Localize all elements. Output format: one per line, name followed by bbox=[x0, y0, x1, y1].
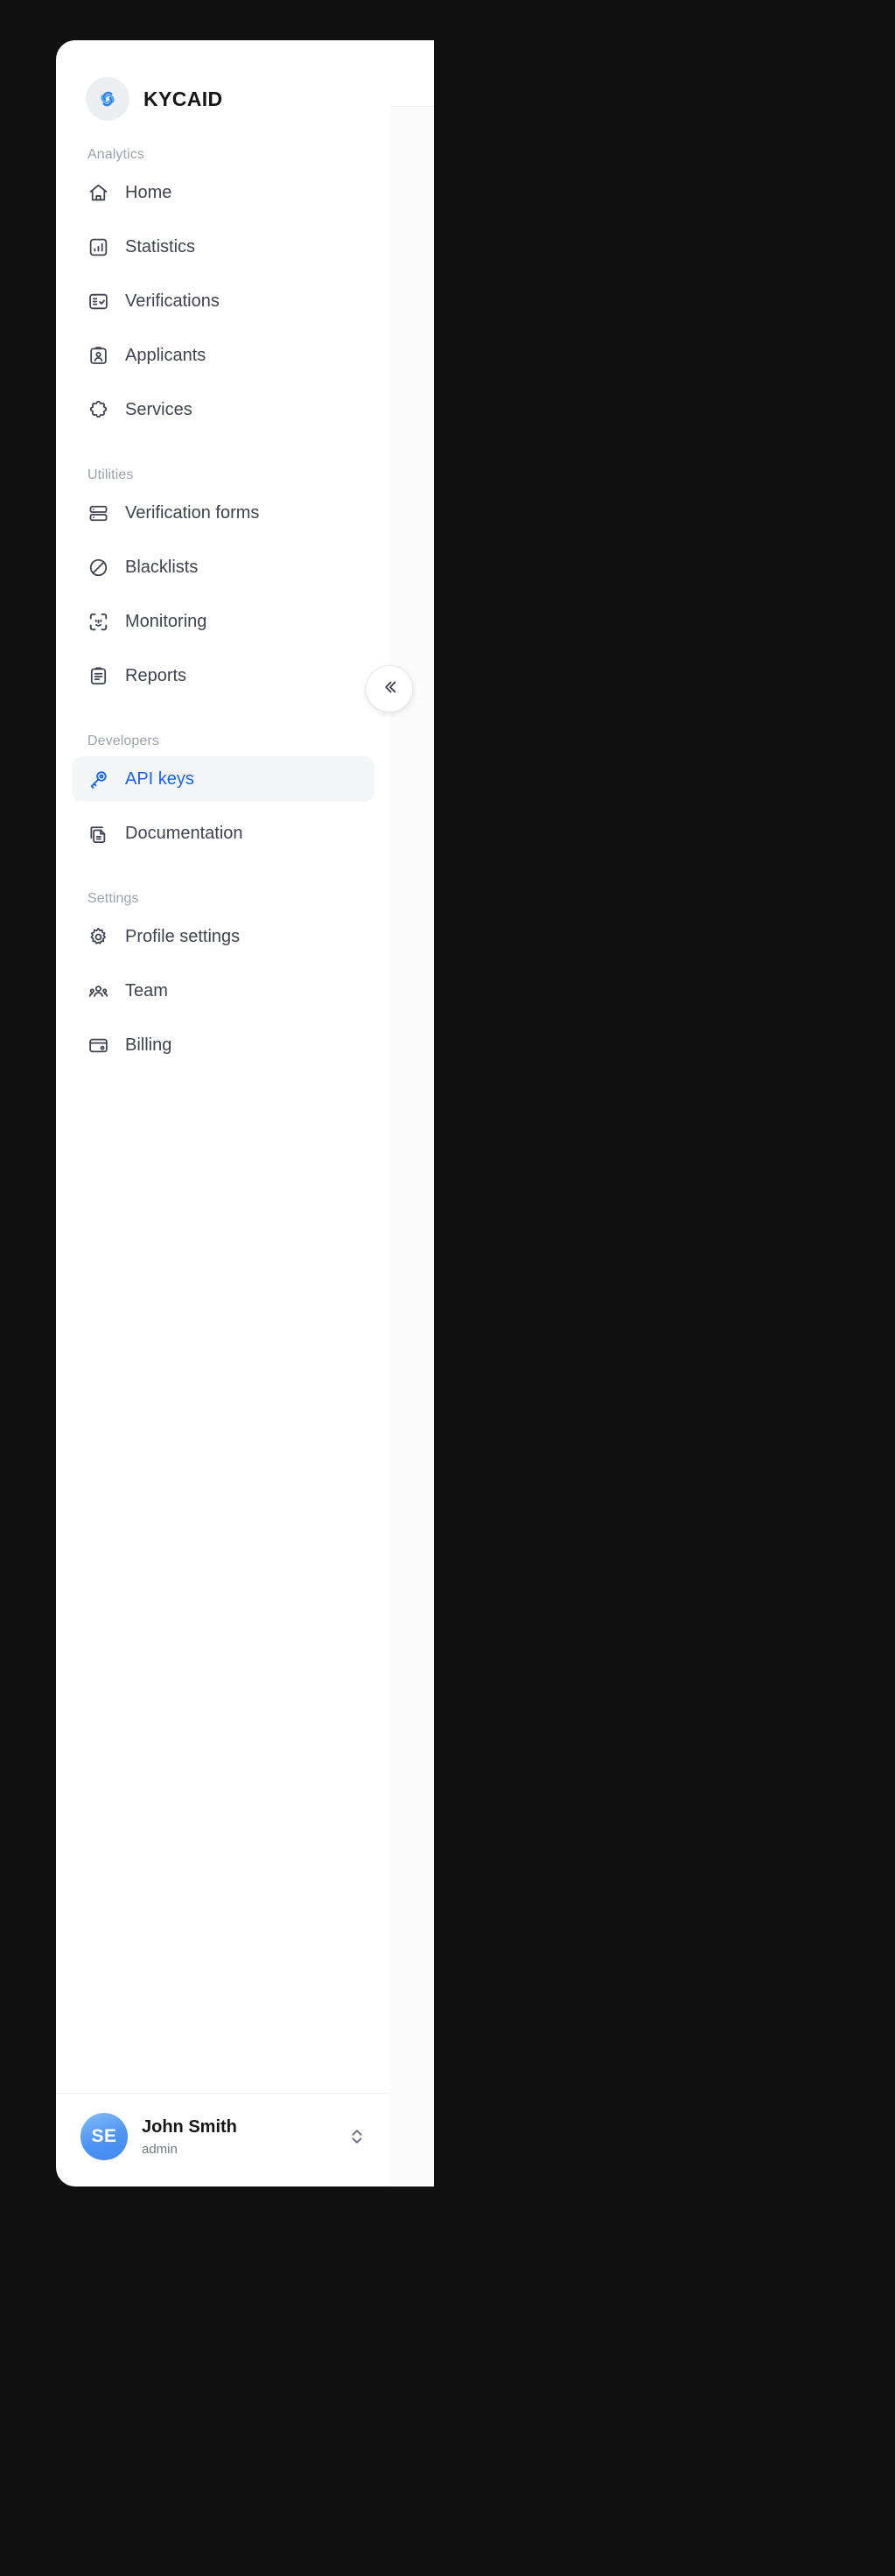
sidebar-item-label: Statistics bbox=[125, 237, 195, 257]
sidebar-item-label: Profile settings bbox=[125, 927, 240, 947]
id-badge-icon bbox=[87, 345, 109, 367]
nav-section-analytics: Analytics Home bbox=[72, 131, 374, 432]
sidebar-nav: Analytics Home bbox=[56, 131, 390, 2093]
sidebar-item-applicants[interactable]: Applicants bbox=[72, 333, 374, 378]
sidebar-item-reports[interactable]: Reports bbox=[72, 653, 374, 698]
sidebar: KYCAID Analytics Home bbox=[56, 40, 390, 2186]
people-group-icon bbox=[87, 980, 109, 1002]
collapse-sidebar-button[interactable] bbox=[366, 665, 413, 712]
sidebar-item-label: Monitoring bbox=[125, 612, 206, 632]
user-name: John Smith bbox=[142, 2116, 334, 2138]
ban-circle-icon bbox=[87, 557, 109, 579]
nav-section-settings: Settings Profile settings bbox=[72, 865, 374, 1068]
user-account-switcher[interactable]: SE John Smith admin bbox=[56, 2093, 390, 2186]
sidebar-item-label: Billing bbox=[125, 1035, 171, 1056]
checklist-icon bbox=[87, 291, 109, 312]
user-meta: John Smith admin bbox=[142, 2116, 334, 2158]
sidebar-item-documentation[interactable]: Documentation bbox=[72, 811, 374, 856]
sidebar-item-label: Blacklists bbox=[125, 558, 198, 578]
documents-icon bbox=[87, 823, 109, 845]
sidebar-item-label: Verification forms bbox=[125, 503, 259, 523]
sidebar-item-label: Verifications bbox=[125, 291, 220, 312]
face-scan-icon bbox=[87, 611, 109, 633]
sidebar-item-label: API keys bbox=[125, 769, 194, 790]
nav-section-utilities: Utilities Verification forms bbox=[72, 441, 374, 698]
bar-chart-icon bbox=[87, 236, 109, 258]
puzzle-piece-icon bbox=[87, 399, 109, 421]
chevron-up-down-icon[interactable] bbox=[348, 2123, 366, 2150]
credit-card-icon bbox=[87, 1035, 109, 1056]
kycaid-swirl-logo-icon bbox=[86, 77, 129, 121]
sidebar-item-home[interactable]: Home bbox=[72, 170, 374, 215]
sidebar-item-blacklists[interactable]: Blacklists bbox=[72, 544, 374, 590]
sidebar-item-profile-settings[interactable]: Profile settings bbox=[72, 914, 374, 959]
sidebar-item-monitoring[interactable]: Monitoring bbox=[72, 599, 374, 644]
sidebar-item-services[interactable]: Services bbox=[72, 387, 374, 432]
sidebar-item-label: Documentation bbox=[125, 824, 243, 844]
nav-section-developers: Developers API keys bbox=[72, 707, 374, 856]
avatar: SE bbox=[80, 2113, 128, 2160]
screen-root: KYCAID Analytics Home bbox=[0, 0, 895, 2576]
main-content-strip bbox=[390, 40, 434, 2186]
user-role: admin bbox=[142, 2140, 334, 2158]
nav-section-title-analytics: Analytics bbox=[72, 131, 374, 170]
sidebar-item-verifications[interactable]: Verifications bbox=[72, 278, 374, 324]
clipboard-icon bbox=[87, 665, 109, 687]
brand[interactable]: KYCAID bbox=[56, 40, 390, 131]
main-content-body bbox=[390, 107, 434, 2186]
sidebar-item-team[interactable]: Team bbox=[72, 968, 374, 1014]
nav-section-title-settings: Settings bbox=[72, 865, 374, 914]
sidebar-item-label: Applicants bbox=[125, 346, 206, 366]
forms-list-icon bbox=[87, 502, 109, 524]
double-chevron-left-icon bbox=[379, 677, 400, 702]
home-icon bbox=[87, 182, 109, 204]
key-icon bbox=[87, 769, 109, 790]
nav-section-title-developers: Developers bbox=[72, 707, 374, 756]
main-content-header bbox=[390, 40, 434, 107]
sidebar-item-statistics[interactable]: Statistics bbox=[72, 224, 374, 270]
sidebar-item-verification-forms[interactable]: Verification forms bbox=[72, 490, 374, 536]
sidebar-item-billing[interactable]: Billing bbox=[72, 1022, 374, 1068]
brand-name: KYCAID bbox=[143, 88, 223, 111]
sidebar-item-label: Reports bbox=[125, 666, 186, 686]
gear-icon bbox=[87, 926, 109, 948]
nav-section-title-utilities: Utilities bbox=[72, 441, 374, 490]
sidebar-item-label: Home bbox=[125, 183, 171, 203]
sidebar-item-label: Services bbox=[125, 400, 192, 420]
sidebar-item-label: Team bbox=[125, 981, 168, 1001]
sidebar-item-api-keys[interactable]: API keys bbox=[72, 756, 374, 802]
